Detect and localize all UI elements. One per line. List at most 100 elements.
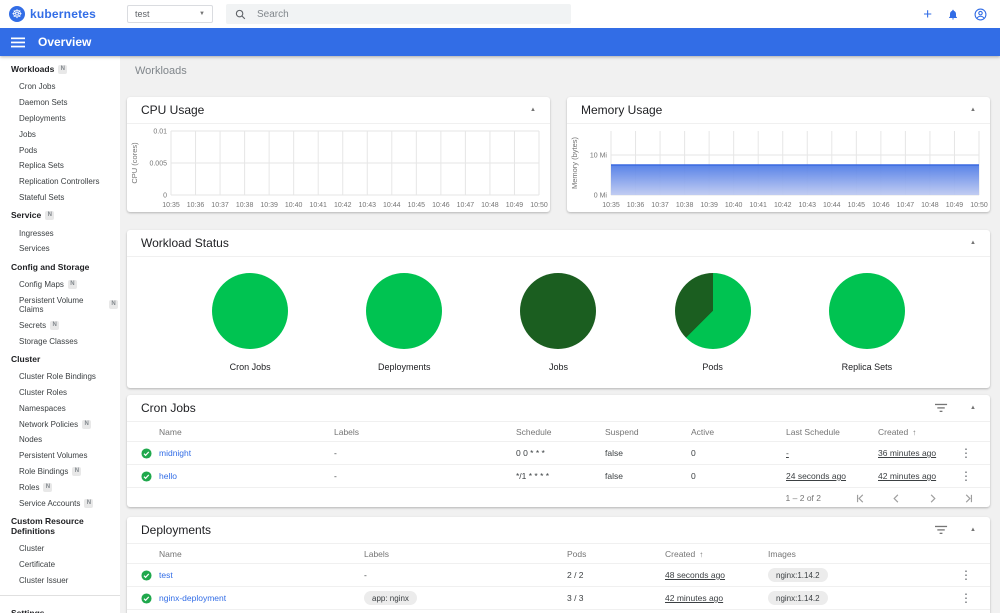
- svg-text:10:42: 10:42: [774, 202, 792, 209]
- filter-icon[interactable]: [935, 403, 948, 413]
- pie-chart-pods[interactable]: [674, 273, 751, 349]
- svg-text:10:48: 10:48: [921, 202, 939, 209]
- chevron-down-icon: ▼: [199, 11, 205, 17]
- cell-created[interactable]: 36 minutes ago: [878, 448, 956, 458]
- svg-text:10:46: 10:46: [432, 202, 450, 209]
- account-icon[interactable]: [974, 8, 987, 21]
- first-page-icon[interactable]: [855, 493, 866, 504]
- workload-status-header: Workload Status ▲: [127, 230, 990, 257]
- sidebar-item-secrets[interactable]: Secrets N: [0, 317, 120, 333]
- sidebar-item-cluster-issuer[interactable]: Cluster Issuer: [0, 573, 120, 589]
- sidebar-item-cron-jobs[interactable]: Cron Jobs: [0, 79, 120, 95]
- content-heading: Workloads: [135, 65, 187, 77]
- table-row[interactable]: hello - */1 * * * * false 0 24 seconds ago 42 …: [127, 465, 990, 488]
- namespace-selector[interactable]: test ▼: [127, 5, 213, 23]
- collapse-icon[interactable]: ▲: [970, 527, 976, 533]
- pie-label: Replica Sets: [841, 362, 893, 372]
- sidebar-item-replica-sets[interactable]: Replica Sets: [0, 158, 120, 174]
- deployment-name-link[interactable]: test: [159, 570, 364, 580]
- sidebar-item-config-maps[interactable]: Config Maps N: [0, 277, 120, 293]
- sidebar-item-namespaces[interactable]: Namespaces: [0, 401, 120, 417]
- deployment-name-link[interactable]: nginx-deployment: [159, 593, 364, 603]
- row-menu-icon[interactable]: ⋮: [956, 569, 976, 581]
- column-header-name[interactable]: Name: [159, 549, 364, 559]
- next-page-icon[interactable]: [927, 493, 938, 504]
- sidebar-item-stateful-sets[interactable]: Stateful Sets: [0, 189, 120, 205]
- filter-icon[interactable]: [935, 525, 948, 535]
- sidebar-item-services[interactable]: Services: [0, 241, 120, 257]
- column-header-schedule[interactable]: Schedule: [516, 427, 605, 437]
- sidebar-section-cluster[interactable]: Cluster: [0, 349, 120, 369]
- sidebar-item-service-accounts[interactable]: Service Accounts N: [0, 495, 120, 511]
- cell-last-schedule[interactable]: 24 seconds ago: [786, 471, 878, 481]
- row-menu-icon[interactable]: ⋮: [956, 447, 976, 459]
- column-header-active[interactable]: Active: [691, 427, 786, 437]
- cell-created[interactable]: 48 seconds ago: [665, 570, 768, 580]
- column-header-name[interactable]: Name: [159, 427, 334, 437]
- pie-chart-cron-jobs[interactable]: [212, 273, 289, 349]
- pie-chart-jobs[interactable]: [520, 273, 597, 349]
- kubernetes-logo[interactable]: ☸ kubernetes: [0, 6, 120, 22]
- sidebar-section-service[interactable]: Service N: [0, 205, 120, 225]
- menu-icon[interactable]: [11, 37, 25, 48]
- sidebar-section-workloads[interactable]: Workloads N: [0, 59, 120, 79]
- sidebar-item-network-policies[interactable]: Network Policies N: [0, 416, 120, 432]
- sidebar-item-label: Nodes: [19, 435, 43, 445]
- cronjob-name-link[interactable]: midnight: [159, 448, 334, 458]
- cell-last-schedule[interactable]: -: [786, 448, 878, 458]
- sidebar-item-nodes[interactable]: Nodes: [0, 432, 120, 448]
- workload-status-card: Workload Status ▲ Cron Jobs Deployments Jo…: [127, 230, 990, 388]
- row-menu-icon[interactable]: ⋮: [956, 470, 976, 482]
- last-page-icon[interactable]: [963, 493, 974, 504]
- column-header-last-schedule[interactable]: Last Schedule: [786, 427, 878, 437]
- sidebar-item-role-bindings[interactable]: Role Bindings N: [0, 464, 120, 480]
- prev-page-icon[interactable]: [891, 493, 902, 504]
- search-input[interactable]: [255, 7, 562, 21]
- sidebar-item-pods[interactable]: Pods: [0, 142, 120, 158]
- column-header-created[interactable]: Created ↑: [878, 427, 956, 437]
- sidebar-section-custom-resource-definitions[interactable]: Custom Resource Definitions: [0, 511, 120, 541]
- sidebar-item-cluster-role-bindings[interactable]: Cluster Role Bindings: [0, 369, 120, 385]
- collapse-icon[interactable]: ▲: [530, 107, 536, 113]
- column-header-labels[interactable]: Labels: [364, 549, 567, 559]
- sidebar-item-storage-classes[interactable]: Storage Classes: [0, 333, 120, 349]
- cron-jobs-card: Cron Jobs ▲ Name Labels Schedule Suspend Act…: [127, 395, 990, 507]
- sidebar-item-deployments[interactable]: Deployments: [0, 111, 120, 127]
- search-bar[interactable]: [226, 4, 571, 24]
- pie-chart-deployments[interactable]: [366, 273, 443, 349]
- column-header-created[interactable]: Created ↑: [665, 549, 768, 559]
- collapse-icon[interactable]: ▲: [970, 107, 976, 113]
- sidebar-item-certificate[interactable]: Certificate: [0, 557, 120, 573]
- collapse-icon[interactable]: ▲: [970, 405, 976, 411]
- sidebar-item-settings[interactable]: Settings: [0, 603, 120, 613]
- table-row[interactable]: nginx-deployment app: nginx 3 / 3 42 minute…: [127, 587, 990, 610]
- sidebar-item-persistent-volumes[interactable]: Persistent Volumes: [0, 448, 120, 464]
- pie-chart-replica-sets[interactable]: [828, 273, 905, 349]
- table-row[interactable]: midnight -0 0 * * * false 0-36 minutes ago ⋮: [127, 442, 990, 465]
- column-header-suspend[interactable]: Suspend: [605, 427, 691, 437]
- sidebar-item-roles[interactable]: Roles N: [0, 479, 120, 495]
- sidebar-item-daemon-sets[interactable]: Daemon Sets: [0, 95, 120, 111]
- sidebar-item-label: Storage Classes: [19, 336, 78, 346]
- sidebar-item-persistent-volume-claims[interactable]: Persistent Volume Claims N: [0, 293, 120, 318]
- collapse-icon[interactable]: ▲: [970, 240, 976, 246]
- sidebar-section-config-and-storage[interactable]: Config and Storage: [0, 257, 120, 277]
- cronjob-name-link[interactable]: hello: [159, 471, 334, 481]
- cell-created[interactable]: 42 minutes ago: [665, 593, 768, 603]
- cell-created[interactable]: 42 minutes ago: [878, 471, 956, 481]
- column-header-labels[interactable]: Labels: [334, 427, 516, 437]
- sidebar-item-ingresses[interactable]: Ingresses: [0, 225, 120, 241]
- table-row[interactable]: test - 2 / 2 48 seconds ago nginx:1.14.2 ⋮: [127, 564, 990, 587]
- column-header-pods[interactable]: Pods: [567, 549, 665, 559]
- sidebar-item-cluster[interactable]: Cluster: [0, 541, 120, 557]
- column-header-images[interactable]: Images: [768, 549, 956, 559]
- cell-suspend: false: [605, 448, 623, 458]
- namespaced-badge: N: [58, 64, 68, 74]
- plus-icon[interactable]: +: [923, 7, 932, 22]
- sidebar-item-jobs[interactable]: Jobs: [0, 126, 120, 142]
- sidebar-item-cluster-roles[interactable]: Cluster Roles: [0, 385, 120, 401]
- bell-icon[interactable]: [947, 8, 959, 21]
- sidebar-item-replication-controllers[interactable]: Replication Controllers: [0, 174, 120, 190]
- row-menu-icon[interactable]: ⋮: [956, 592, 976, 604]
- cron-jobs-header: Cron Jobs ▲: [127, 395, 990, 422]
